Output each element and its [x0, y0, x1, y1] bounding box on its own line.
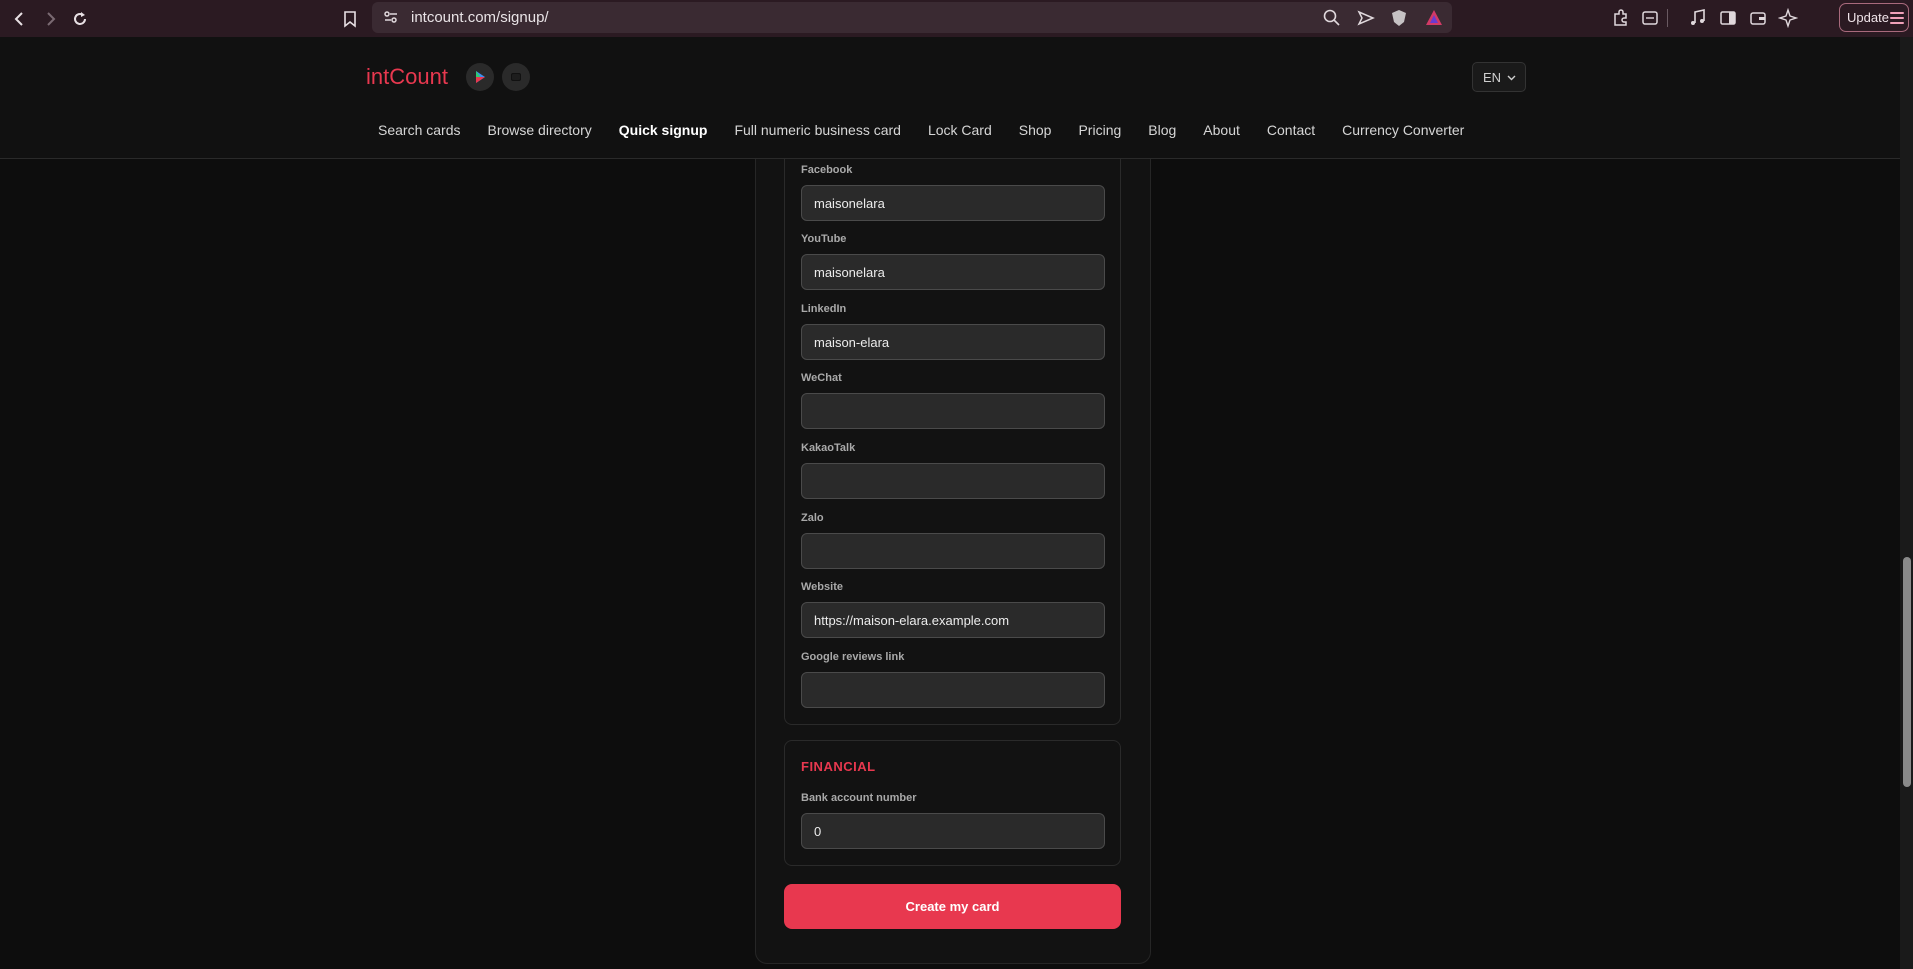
nav-full-numeric-card[interactable]: Full numeric business card [734, 122, 901, 138]
send-icon[interactable] [1356, 8, 1376, 28]
kakaotalk-label: KakaoTalk [801, 442, 856, 454]
wallet-icon[interactable] [1748, 8, 1768, 28]
kakaotalk-input[interactable] [801, 463, 1105, 499]
app-store-icon[interactable] [502, 63, 530, 91]
financial-heading: FINANCIAL [801, 759, 876, 774]
toolbar-divider [1667, 9, 1668, 27]
create-card-button[interactable]: Create my card [784, 884, 1121, 929]
browser-toolbar: intcount.com/signup/ Update [0, 0, 1913, 37]
main-nav: Search cards Browse directory Quick sign… [378, 122, 1491, 138]
page-scrollbar-track[interactable] [1900, 37, 1913, 969]
site-settings-icon[interactable] [382, 8, 400, 26]
nav-browse-directory[interactable]: Browse directory [487, 122, 591, 138]
zalo-input[interactable] [801, 533, 1105, 569]
language-value: EN [1483, 70, 1502, 85]
create-card-label: Create my card [905, 899, 1000, 914]
nav-shop[interactable]: Shop [1019, 122, 1052, 138]
google-reviews-input[interactable] [801, 672, 1105, 708]
linkedin-input[interactable] [801, 324, 1105, 360]
zoom-icon[interactable] [1322, 8, 1342, 28]
bank-account-input[interactable] [801, 813, 1105, 849]
website-input[interactable] [801, 602, 1105, 638]
extensions-icon[interactable] [1611, 8, 1631, 28]
youtube-label: YouTube [801, 233, 847, 245]
music-icon[interactable] [1688, 8, 1708, 28]
google-reviews-label: Google reviews link [801, 651, 905, 663]
forward-icon[interactable] [37, 6, 63, 32]
bank-account-label: Bank account number [801, 792, 917, 804]
rewards-icon[interactable] [1424, 8, 1444, 28]
site-logo[interactable]: intCount [366, 64, 448, 90]
bookmark-icon[interactable] [337, 6, 363, 32]
nav-search-cards[interactable]: Search cards [378, 122, 460, 138]
nav-lock-card[interactable]: Lock Card [928, 122, 992, 138]
nav-about[interactable]: About [1203, 122, 1240, 138]
back-icon[interactable] [7, 6, 33, 32]
nav-quick-signup[interactable]: Quick signup [619, 122, 708, 138]
nav-contact[interactable]: Contact [1267, 122, 1315, 138]
zalo-label: Zalo [801, 512, 824, 524]
youtube-input[interactable] [801, 254, 1105, 290]
ai-assistant-icon[interactable] [1778, 8, 1798, 28]
wechat-label: WeChat [801, 372, 842, 384]
page-scrollbar-thumb[interactable] [1903, 557, 1911, 787]
url-text[interactable]: intcount.com/signup/ [411, 9, 549, 26]
sidebar-icon[interactable] [1718, 8, 1738, 28]
linkedin-label: LinkedIn [801, 303, 847, 315]
nav-currency-converter[interactable]: Currency Converter [1342, 122, 1464, 138]
chevron-down-icon [1507, 75, 1516, 81]
update-button[interactable]: Update [1839, 3, 1909, 32]
nav-blog[interactable]: Blog [1148, 122, 1176, 138]
site-header: intCount EN Search cards Browse director… [0, 37, 1913, 159]
reload-icon[interactable] [67, 6, 93, 32]
reader-icon[interactable] [1640, 8, 1660, 28]
menu-icon[interactable] [1890, 12, 1904, 27]
wechat-input[interactable] [801, 393, 1105, 429]
shield-icon[interactable] [1389, 8, 1409, 28]
update-label: Update [1847, 10, 1889, 25]
website-label: Website [801, 581, 843, 593]
google-play-icon[interactable] [466, 63, 494, 91]
facebook-label: Facebook [801, 164, 853, 176]
facebook-input[interactable] [801, 185, 1105, 221]
address-bar[interactable]: intcount.com/signup/ [372, 2, 1452, 33]
language-select[interactable]: EN [1472, 62, 1526, 92]
nav-pricing[interactable]: Pricing [1078, 122, 1121, 138]
